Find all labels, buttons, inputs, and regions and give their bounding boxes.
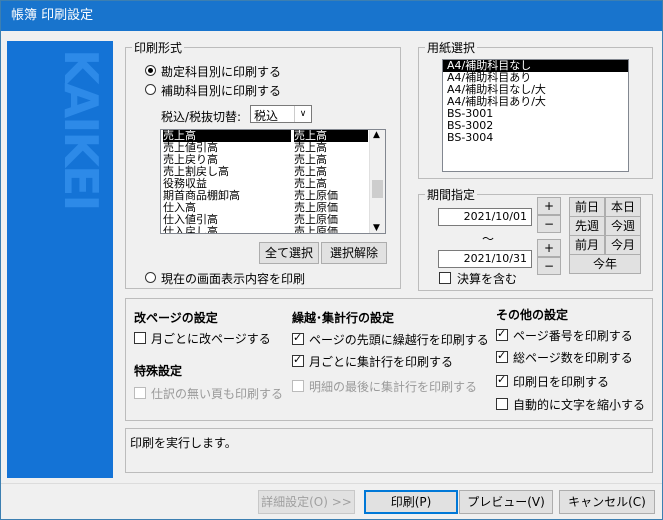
prev-day-button[interactable]: 前日: [569, 197, 605, 217]
prev-month-button[interactable]: 前月: [569, 235, 605, 255]
prev-week-button[interactable]: 先週: [569, 216, 605, 236]
scroll-down-icon[interactable]: ▼: [373, 223, 380, 233]
page-number-label: ページ番号を印刷する: [513, 329, 633, 343]
radio-by-sub-account[interactable]: [145, 84, 156, 95]
this-week-button[interactable]: 今週: [605, 216, 641, 236]
label-current-view: 現在の画面表示内容を印刷: [161, 272, 306, 286]
print-date-label: 印刷日を印刷する: [513, 375, 610, 389]
account-list-left-col: 売上高 売上値引高 売上戻り高 売上割戻し高 役務収益 期首商品棚卸高 仕入高 仕入値引高 仕入…: [163, 130, 291, 234]
print-date-checkbox[interactable]: [496, 373, 508, 387]
today-button[interactable]: 本日: [605, 197, 641, 217]
account-category-item[interactable]: 売上原価: [294, 226, 368, 234]
page-number-checkbox[interactable]: [496, 327, 508, 341]
brand-logo: KAIKEI: [54, 49, 108, 210]
print-button[interactable]: 印刷(P): [364, 490, 458, 514]
window-title: 帳簿 印刷設定: [1, 1, 662, 31]
special-blank-label: 仕訳の無い頁も印刷する: [151, 387, 284, 401]
label-by-sub-account: 補助科目別に印刷する: [161, 84, 282, 98]
paper-legend: 用紙選択: [427, 41, 476, 55]
account-list-right-col: 売上高 売上高 売上高 売上高 売上高 売上原価 売上原価 売上原価 売上原価: [294, 130, 368, 234]
status-panel: 印刷を実行します。: [125, 428, 653, 473]
carry-end-checkbox[interactable]: [292, 380, 304, 392]
special-title: 特殊設定: [134, 364, 183, 378]
page-break-monthly-label: 月ごとに改ページする: [151, 332, 271, 346]
paper-list-item[interactable]: BS-3004: [443, 132, 628, 144]
auto-shrink-label: 自動的に文字を縮小する: [513, 398, 646, 412]
label-by-account: 勘定科目別に印刷する: [161, 65, 282, 79]
details-button[interactable]: 詳細設定(O) >>: [258, 490, 355, 514]
period-tilde: 〜: [482, 232, 495, 246]
other-title: その他の設定: [496, 308, 569, 322]
tax-select-value: 税込: [254, 109, 279, 123]
carry-end-label: 明細の最後に集計行を印刷する: [309, 380, 478, 394]
date-to-minus-button[interactable]: −: [537, 257, 561, 275]
list-scrollbar[interactable]: ▲ ▼: [369, 130, 385, 233]
date-from-plus-button[interactable]: +: [537, 197, 561, 215]
date-from-input[interactable]: 2021/10/01: [438, 208, 532, 226]
tax-toggle-label: 税込/税抜切替:: [161, 110, 242, 124]
brand-panel: KAIKEI: [7, 41, 113, 478]
date-to-plus-button[interactable]: +: [537, 239, 561, 257]
deselect-button[interactable]: 選択解除: [321, 242, 387, 264]
page-break-monthly-checkbox[interactable]: [134, 332, 146, 344]
paper-list[interactable]: A4/補助科目なし A4/補助科目あり A4/補助科目なし/大 A4/補助科目あり/大…: [442, 59, 629, 172]
cancel-button[interactable]: キャンセル(C): [559, 490, 655, 514]
account-list[interactable]: 売上高 売上値引高 売上戻り高 売上割戻し高 役務収益 期首商品棚卸高 仕入高 仕入値引高 仕入…: [160, 129, 386, 234]
date-from-minus-button[interactable]: −: [537, 215, 561, 233]
carry-top-checkbox[interactable]: [292, 331, 304, 345]
carry-monthly-checkbox[interactable]: [292, 353, 304, 367]
tax-select[interactable]: 税込 ∨: [250, 105, 312, 123]
chevron-down-icon: ∨: [294, 106, 311, 122]
closing-checkbox[interactable]: [439, 272, 451, 284]
period-legend: 期間指定: [427, 188, 476, 202]
select-all-button[interactable]: 全て選択: [259, 242, 319, 264]
print-format-legend: 印刷形式: [134, 41, 183, 55]
radio-by-account[interactable]: [145, 65, 156, 76]
carry-title: 繰越･集計行の設定: [292, 311, 395, 325]
this-year-button[interactable]: 今年: [569, 254, 641, 274]
scroll-up-icon[interactable]: ▲: [373, 130, 380, 140]
scroll-thumb[interactable]: [372, 180, 383, 198]
page-break-title: 改ページの設定: [134, 311, 218, 325]
carry-top-label: ページの先頭に繰越行を印刷する: [309, 333, 489, 347]
this-month-button[interactable]: 今月: [605, 235, 641, 255]
status-text: 印刷を実行します。: [130, 436, 237, 450]
carry-monthly-label: 月ごとに集計行を印刷する: [309, 355, 454, 369]
closing-label: 決算を含む: [457, 272, 518, 286]
total-pages-checkbox[interactable]: [496, 349, 508, 363]
auto-shrink-checkbox[interactable]: [496, 398, 508, 410]
date-to-input[interactable]: 2021/10/31: [438, 250, 532, 268]
total-pages-label: 総ページ数を印刷する: [513, 351, 633, 365]
special-blank-checkbox[interactable]: [134, 387, 146, 399]
preview-button[interactable]: プレビュー(V): [459, 490, 553, 514]
radio-current-view[interactable]: [145, 272, 156, 283]
print-settings-window: 帳簿 印刷設定 KAIKEI 印刷形式 勘定科目別に印刷する 補助科目別に印刷す…: [0, 0, 663, 520]
account-list-item[interactable]: 仕入戻し高: [163, 226, 291, 234]
